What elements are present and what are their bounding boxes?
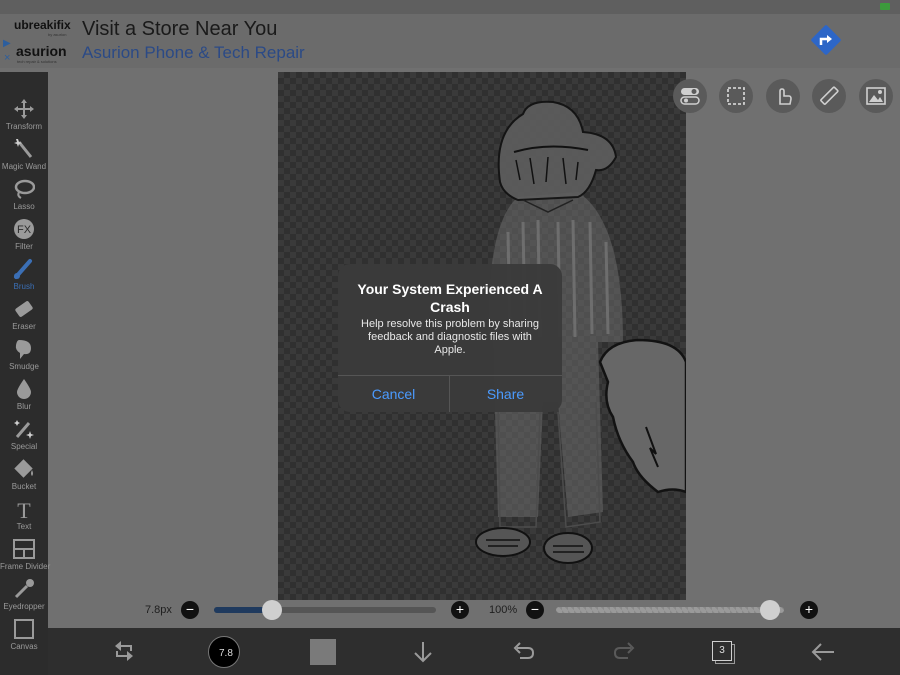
crash-alert-dialog: Your System Experienced A Crash Help res… <box>338 264 562 412</box>
magic-wand-icon <box>14 139 33 158</box>
brush-size-slider-knob[interactable] <box>261 600 282 620</box>
tool-canvas[interactable]: Canvas <box>0 616 48 656</box>
tool-label: Text <box>16 522 32 531</box>
rotate-canvas-icon[interactable] <box>112 638 136 664</box>
tool-label: Blur <box>16 402 32 411</box>
text-icon: T <box>17 498 31 520</box>
dialog-message: Help resolve this problem by sharing fee… <box>361 318 539 356</box>
back-arrow-icon[interactable] <box>810 642 836 662</box>
opacity-slider-knob[interactable] <box>760 600 780 620</box>
brush-size-slider[interactable] <box>214 607 436 613</box>
ad-brand-ubreakifix: ubreakifix <box>14 18 71 32</box>
cancel-button[interactable]: Cancel <box>338 376 450 412</box>
hand-icon <box>779 88 792 105</box>
toggle-icon <box>680 88 700 105</box>
tool-label: Magic Wand <box>1 162 47 171</box>
tool-brush[interactable]: Brush <box>0 256 48 296</box>
tool-eraser[interactable]: Eraser <box>0 296 48 336</box>
tool-label: Lasso <box>13 202 35 211</box>
tool-filter[interactable]: FX Filter <box>0 216 48 256</box>
turn-right-arrow-icon[interactable] <box>808 22 844 58</box>
tool-eyedropper[interactable]: Eyedropper <box>0 576 48 616</box>
bucket-icon <box>14 459 33 478</box>
ad-subline[interactable]: Asurion Phone & Tech Repair <box>82 43 305 63</box>
opacity-slider[interactable] <box>556 607 784 613</box>
opacity-minus-button[interactable]: − <box>526 601 544 619</box>
undo-icon[interactable] <box>512 642 536 662</box>
tool-label: Brush <box>13 282 35 291</box>
layers-button[interactable]: 3 <box>712 641 735 664</box>
svg-text:T: T <box>17 498 31 520</box>
ad-banner[interactable]: ubreakifix by asurion ▶ × asurion tech r… <box>0 14 900 68</box>
hand-button[interactable] <box>766 79 800 113</box>
ruler-icon <box>820 86 839 105</box>
ruler-button[interactable] <box>812 79 846 113</box>
tool-special[interactable]: Special <box>0 416 48 456</box>
ad-brand-asurion: asurion <box>16 43 67 59</box>
opacity-label: 100% <box>489 604 518 616</box>
tool-label: Bucket <box>11 482 37 491</box>
tool-label: Filter <box>15 242 33 251</box>
drop-icon <box>17 379 31 399</box>
adchoices-icon[interactable]: ▶ <box>3 38 11 49</box>
eyedropper-icon <box>14 579 34 599</box>
eraser-icon <box>15 301 33 317</box>
download-arrow-icon[interactable] <box>412 640 434 664</box>
fx-icon: FX <box>14 219 34 239</box>
bottom-toolbar <box>48 628 900 675</box>
tool-bucket[interactable]: Bucket <box>0 456 48 496</box>
svg-text:FX: FX <box>17 224 32 236</box>
ad-brand-ubreakifix-sub: by asurion <box>48 32 67 37</box>
status-bar <box>0 0 900 14</box>
selection-icon <box>727 87 745 105</box>
brush-size-label: 7.8px <box>145 604 172 616</box>
tool-transform[interactable]: Transform <box>0 96 48 136</box>
share-button[interactable]: Share <box>450 376 561 412</box>
lasso-icon <box>14 179 35 199</box>
layers-count: 3 <box>712 641 732 661</box>
tool-sidebar: Transform Magic Wand Lasso FX Filter Bru… <box>0 72 51 675</box>
smudge-icon <box>15 340 31 359</box>
tool-label: Eyedropper <box>3 602 45 611</box>
dialog-buttons: Cancel Share <box>338 375 562 412</box>
brush-size-plus-button[interactable]: + <box>451 601 469 619</box>
secondary-color-swatch[interactable] <box>310 639 336 665</box>
tool-smudge[interactable]: Smudge <box>0 336 48 376</box>
image-button[interactable] <box>859 79 893 113</box>
canvas-icon <box>14 619 34 639</box>
tool-label: Canvas <box>10 642 38 651</box>
image-icon <box>866 87 886 105</box>
brush-icon <box>14 259 32 279</box>
ad-headline[interactable]: Visit a Store Near You <box>82 18 277 41</box>
color-button-value: 7.8 <box>219 648 233 659</box>
move-arrows-icon <box>14 99 34 119</box>
sparkle-pen-icon <box>14 420 34 439</box>
ad-brand-asurion-sub: tech repair & solutions <box>17 59 57 64</box>
ad-close-icon[interactable]: × <box>4 52 10 64</box>
tool-magic-wand[interactable]: Magic Wand <box>0 136 48 176</box>
tool-label: Special <box>10 442 38 451</box>
tool-label: Eraser <box>12 322 36 331</box>
battery-icon <box>880 3 890 10</box>
dialog-title: Your System Experienced A Crash <box>357 281 543 315</box>
tool-blur[interactable]: Blur <box>0 376 48 416</box>
frame-divider-icon <box>13 539 35 559</box>
opacity-plus-button[interactable]: + <box>800 601 818 619</box>
tool-label: Frame Divider <box>0 562 51 571</box>
tool-label: Transform <box>5 122 43 131</box>
redo-icon[interactable] <box>612 642 636 662</box>
brush-size-minus-button[interactable]: − <box>181 601 199 619</box>
tool-lasso[interactable]: Lasso <box>0 176 48 216</box>
toggle-settings-button[interactable] <box>673 79 707 113</box>
tool-frame-divider[interactable]: Frame Divider <box>0 536 51 576</box>
tool-text[interactable]: T Text <box>0 496 48 536</box>
color-picker-button[interactable]: 7.8 <box>208 636 240 668</box>
selection-button[interactable] <box>719 79 753 113</box>
tool-label: Smudge <box>9 362 39 371</box>
